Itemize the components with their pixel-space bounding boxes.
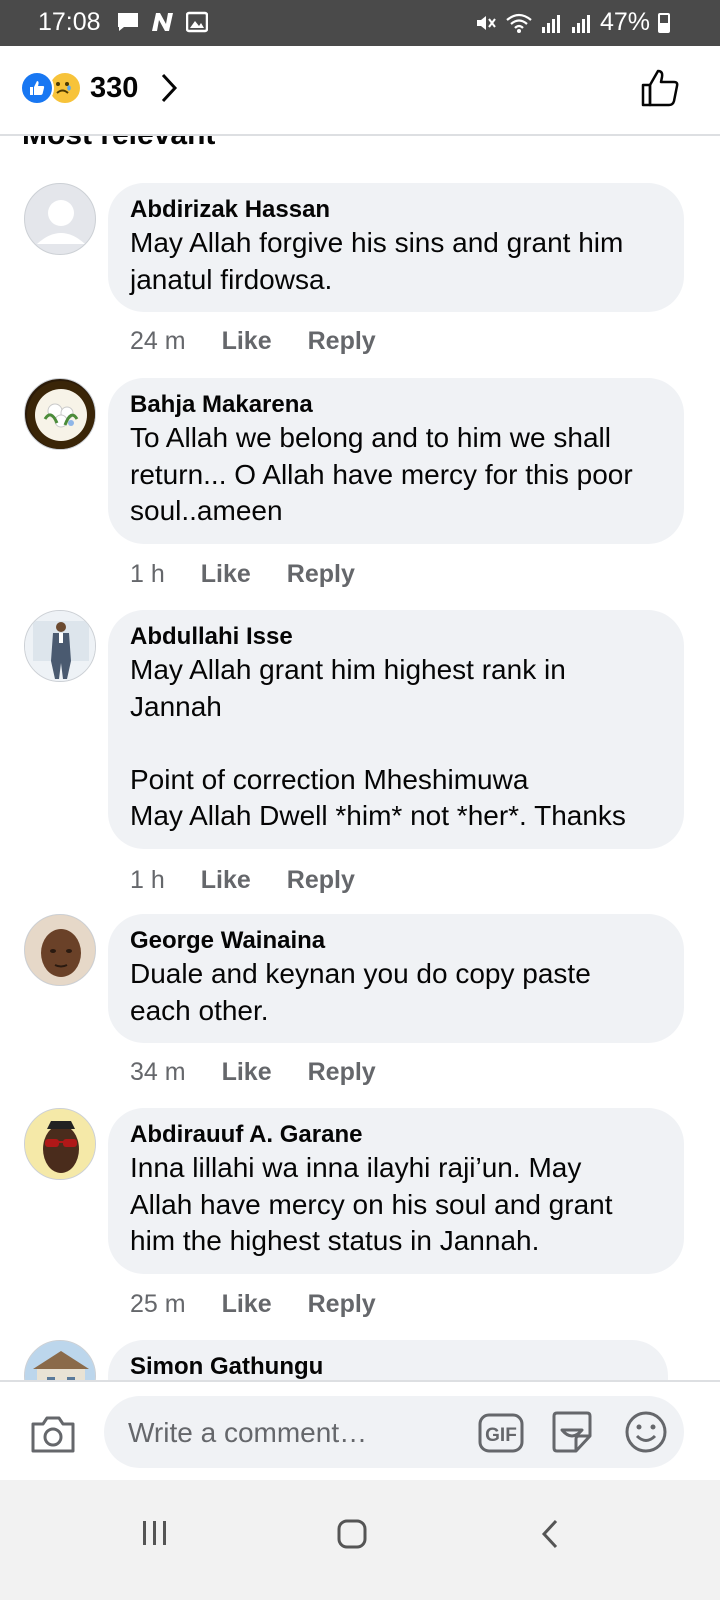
comment-input-pill[interactable]: GIF	[104, 1396, 684, 1470]
gif-label: GIF	[485, 1425, 517, 1446]
system-nav-bar	[0, 1480, 720, 1600]
sticker-icon[interactable]	[550, 1410, 594, 1454]
comment-input[interactable]	[126, 1396, 460, 1470]
like-link[interactable]: Like	[201, 866, 251, 895]
man-in-suit-avatar[interactable]	[24, 610, 96, 682]
comment-time: 1 h	[130, 866, 165, 894]
reply-link[interactable]: Reply	[287, 560, 355, 589]
comment-text: May Allah grant him highest rank in Jann…	[130, 654, 626, 831]
comment-bubble[interactable]: Abdirauuf A. Garane Inna lillahi wa inna…	[108, 1108, 684, 1274]
signal-icon	[541, 14, 560, 33]
comment-author[interactable]: Abdullahi Isse	[130, 622, 662, 652]
like-reaction-icon	[20, 71, 54, 105]
reply-link[interactable]: Reply	[308, 1290, 376, 1319]
status-bar: 17:08 47%	[0, 0, 720, 46]
comment-composer: GIF	[0, 1380, 720, 1482]
emoji-icon[interactable]	[624, 1410, 668, 1454]
status-right-icons: 47%	[474, 8, 670, 37]
comment-time: 24 m	[130, 327, 186, 355]
comment-actions: 1 h Like Reply	[130, 866, 391, 895]
flowers-avatar[interactable]	[24, 378, 96, 450]
gif-icon[interactable]: GIF	[478, 1413, 524, 1453]
comment-time: 1 h	[130, 560, 165, 588]
status-time: 17:08	[38, 8, 101, 36]
n-app-icon	[152, 13, 173, 31]
signal-icon-2	[571, 14, 590, 33]
reactions-header: 330	[0, 46, 720, 136]
default-avatar[interactable]	[24, 183, 96, 255]
comment-author[interactable]: George Wainaina	[130, 926, 662, 956]
comment-author[interactable]: Simon Gathungu	[130, 1352, 646, 1382]
comment-bubble[interactable]: Bahja Makarena To Allah we belong and to…	[108, 378, 684, 544]
comment-text: To Allah we belong and to him we shall r…	[130, 422, 633, 526]
reply-link[interactable]: Reply	[308, 327, 376, 356]
comment-author[interactable]: Abdirizak Hassan	[130, 195, 662, 225]
sunglasses-avatar[interactable]	[24, 1108, 96, 1180]
comment-text: Duale and keynan you do copy paste each …	[130, 958, 591, 1026]
chevron-right-icon	[162, 73, 178, 103]
like-button-icon[interactable]	[640, 68, 680, 108]
comment-actions: 1 h Like Reply	[130, 560, 391, 589]
reply-link[interactable]: Reply	[287, 866, 355, 895]
camera-icon[interactable]	[30, 1414, 76, 1454]
home-icon[interactable]	[336, 1518, 368, 1550]
like-link[interactable]: Like	[201, 560, 251, 589]
comment-time: 25 m	[130, 1290, 186, 1318]
comment-author[interactable]: Bahja Makarena	[130, 390, 662, 420]
reaction-count: 330	[90, 71, 139, 104]
chat-notification-icon	[118, 13, 138, 31]
status-left-icons	[116, 11, 208, 33]
like-link[interactable]: Like	[222, 1058, 272, 1087]
comment-text: May Allah forgive his sins and grant him…	[130, 227, 624, 295]
battery-icon	[658, 12, 670, 33]
battery-percent: 47%	[599, 8, 650, 36]
comment-bubble[interactable]: Abdirizak Hassan May Allah forgive his s…	[108, 183, 684, 312]
wifi-icon	[506, 13, 532, 33]
face-avatar[interactable]	[24, 914, 96, 986]
like-link[interactable]: Like	[222, 327, 272, 356]
gallery-icon	[186, 11, 208, 33]
comment-actions: 24 m Like Reply	[130, 327, 412, 356]
comment-time: 34 m	[130, 1058, 186, 1086]
comment-text: Inna lillahi wa inna ilayhi raji’un. May…	[130, 1152, 613, 1256]
comments-sheet: 330 Most relevant Abdirizak Hassan May A…	[0, 46, 720, 1510]
comment-author[interactable]: Abdirauuf A. Garane	[130, 1120, 662, 1150]
back-icon[interactable]	[540, 1518, 560, 1550]
reactions-summary[interactable]: 330	[20, 71, 178, 105]
reply-link[interactable]: Reply	[308, 1058, 376, 1087]
comment-actions: 25 m Like Reply	[130, 1290, 412, 1319]
recents-icon[interactable]	[140, 1518, 170, 1548]
comment-bubble[interactable]: George Wainaina Duale and keynan you do …	[108, 914, 684, 1043]
like-link[interactable]: Like	[222, 1290, 272, 1319]
comment-actions: 34 m Like Reply	[130, 1058, 412, 1087]
comment-bubble[interactable]: Abdullahi Isse May Allah grant him highe…	[108, 610, 684, 849]
mute-icon	[476, 15, 496, 30]
